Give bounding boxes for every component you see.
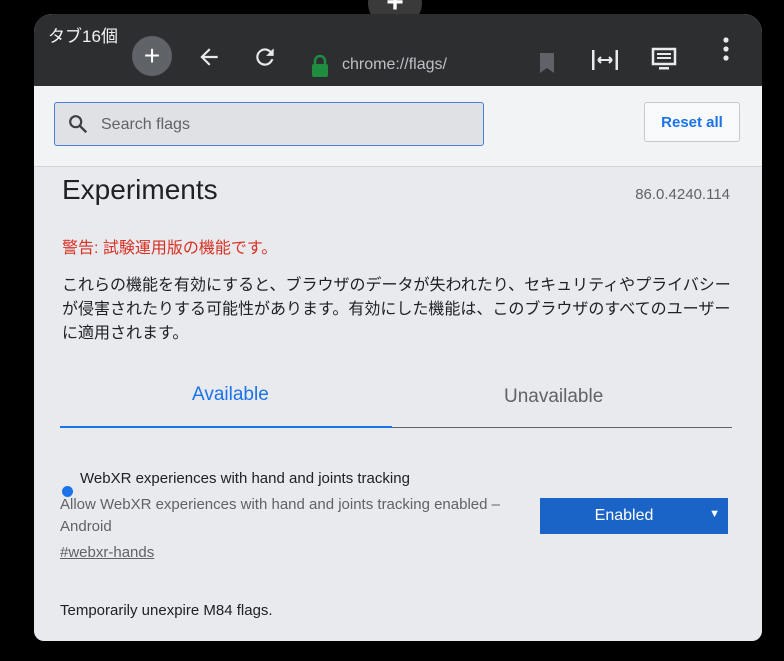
resize-icon[interactable] bbox=[590, 48, 620, 72]
url-text[interactable]: chrome://flags/ bbox=[342, 56, 447, 74]
reset-all-button[interactable]: Reset all bbox=[644, 102, 740, 142]
version-label: 86.0.4240.114 bbox=[635, 186, 730, 203]
active-tab-indicator bbox=[60, 426, 392, 428]
page-title: Experiments bbox=[62, 174, 218, 205]
tab-unavailable[interactable]: Unavailable bbox=[504, 386, 603, 408]
flag-title: Temporarily unexpire M84 flags. bbox=[60, 602, 273, 619]
flag-description: Allow WebXR experiences with hand and jo… bbox=[60, 496, 500, 535]
plus-icon: + bbox=[143, 40, 161, 71]
more-vert-icon[interactable] bbox=[720, 36, 732, 64]
back-arrow-icon[interactable] bbox=[196, 44, 222, 70]
search-field[interactable] bbox=[54, 102, 484, 146]
browser-toolbar: タブ16個 + chrome://flags/ bbox=[34, 14, 762, 86]
flags-header: Reset all bbox=[34, 86, 762, 167]
warning-text: 警告: 試験運用版の機能です。 bbox=[62, 240, 278, 257]
select-value: Enabled bbox=[594, 507, 654, 524]
bookmark-icon[interactable] bbox=[538, 52, 556, 74]
warning-description: これらの機能を有効にすると、ブラウザのデータが失われたり、セキュリティやプライバ… bbox=[62, 277, 731, 342]
flag-state-select[interactable]: Enabled ▼ bbox=[540, 498, 728, 534]
dropdown-caret-icon: ▼ bbox=[709, 508, 720, 520]
reload-icon[interactable] bbox=[252, 44, 278, 70]
flag-anchor-link[interactable]: #webxr-hands bbox=[60, 544, 154, 561]
secure-lock-icon bbox=[312, 54, 328, 77]
monitor-icon[interactable] bbox=[650, 46, 678, 72]
search-input[interactable] bbox=[99, 103, 473, 146]
tab-switcher-button[interactable]: タブ16個 bbox=[48, 26, 118, 48]
flag-title: WebXR experiences with hand and joints t… bbox=[80, 470, 410, 487]
search-icon bbox=[69, 115, 88, 134]
tab-available[interactable]: Available bbox=[192, 384, 269, 406]
new-tab-button[interactable]: + bbox=[132, 36, 172, 76]
browser-panel: タブ16個 + chrome://flags/ Reset all Experi… bbox=[34, 14, 762, 641]
